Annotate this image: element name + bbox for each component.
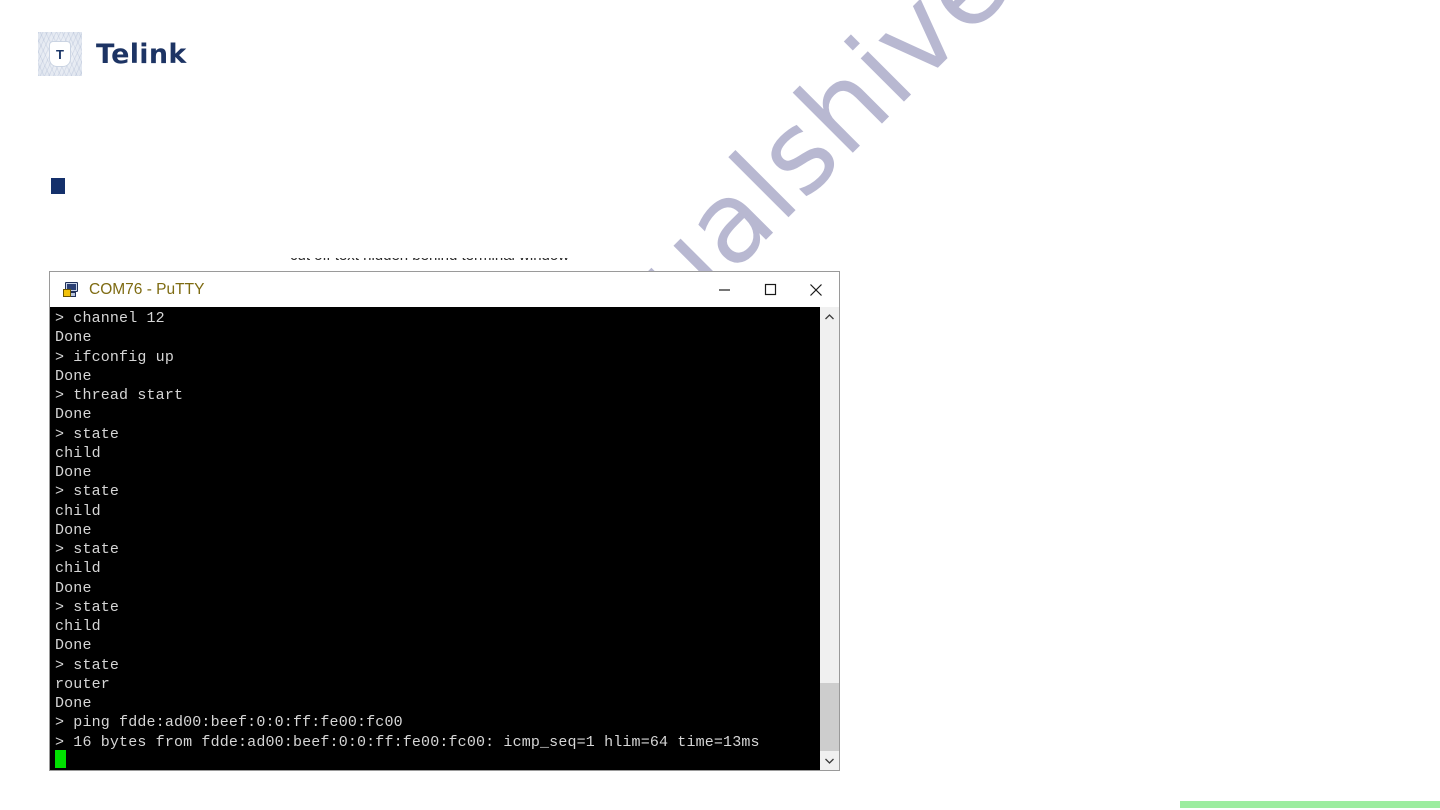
scrollbar-up-button[interactable] (820, 307, 839, 326)
terminal-line: Done (55, 329, 92, 347)
clipped-background-text-value: cut off text hidden behind terminal wind… (290, 258, 590, 264)
chevron-up-icon (825, 313, 834, 319)
footer-accent-bar (1180, 801, 1440, 808)
brand-header: T Telink (38, 32, 187, 76)
putty-computer-icon (63, 281, 80, 298)
chevron-down-icon (825, 758, 834, 764)
brand-name: Telink (96, 38, 187, 70)
minimize-icon (718, 289, 730, 291)
clipped-background-text: cut off text hidden behind terminal wind… (290, 258, 590, 270)
terminal-line: > state (55, 656, 120, 674)
minimize-button[interactable] (701, 272, 747, 307)
terminal-output: > channel 12 Done > ifconfig up Done > threa… (55, 309, 819, 752)
terminal-line: Done (55, 464, 92, 481)
terminal-scrollbar[interactable] (819, 307, 839, 770)
scrollbar-track[interactable] (820, 326, 839, 751)
terminal-line: > state (55, 598, 120, 616)
putty-body: > channel 12 Done > ifconfig up Done > threa… (50, 307, 839, 770)
scrollbar-down-button[interactable] (820, 751, 839, 770)
terminal-line: Done (55, 406, 92, 424)
terminal-line: Done (55, 579, 92, 597)
terminal-line: child (55, 444, 101, 462)
maximize-button[interactable] (747, 272, 793, 307)
terminal-line: Done (55, 367, 92, 385)
putty-titlebar[interactable]: COM76 - PuTTY (50, 272, 839, 307)
maximize-icon (764, 283, 776, 296)
putty-window-title: COM76 - PuTTY (89, 280, 205, 298)
telink-logo-letter: T (56, 46, 64, 62)
terminal-line: Done (55, 695, 92, 712)
terminal-line: child (55, 618, 101, 635)
putty-window[interactable]: COM76 - PuTTY > channel 12 Done > ifconf… (49, 271, 840, 771)
terminal-line: > channel 12 (55, 310, 165, 327)
terminal-line: child (55, 560, 101, 578)
terminal-line: > state (55, 483, 120, 501)
bullet-marker (51, 178, 65, 194)
telink-logo-tile: T (50, 42, 70, 66)
terminal-line: > state (55, 541, 120, 558)
close-icon (810, 283, 822, 296)
terminal-line: > thread start (55, 387, 184, 404)
telink-logo-icon: T (38, 32, 82, 76)
scrollbar-thumb[interactable] (820, 683, 839, 751)
terminal-line: > state (55, 425, 120, 443)
terminal-line: Done (55, 637, 92, 655)
terminal-line: Done (55, 521, 92, 539)
terminal-screen[interactable]: > channel 12 Done > ifconfig up Done > threa… (50, 307, 819, 770)
terminal-cursor (55, 750, 66, 768)
close-button[interactable] (793, 272, 839, 307)
window-controls (701, 272, 839, 307)
terminal-line: child (55, 502, 101, 520)
terminal-line: router (55, 675, 110, 693)
terminal-line: > 16 bytes from fdde:ad00:beef:0:0:ff:fe… (55, 733, 760, 751)
terminal-line: > ping fdde:ad00:beef:0:0:ff:fe00:fc00 (55, 714, 403, 732)
terminal-line: > ifconfig up (55, 348, 174, 366)
